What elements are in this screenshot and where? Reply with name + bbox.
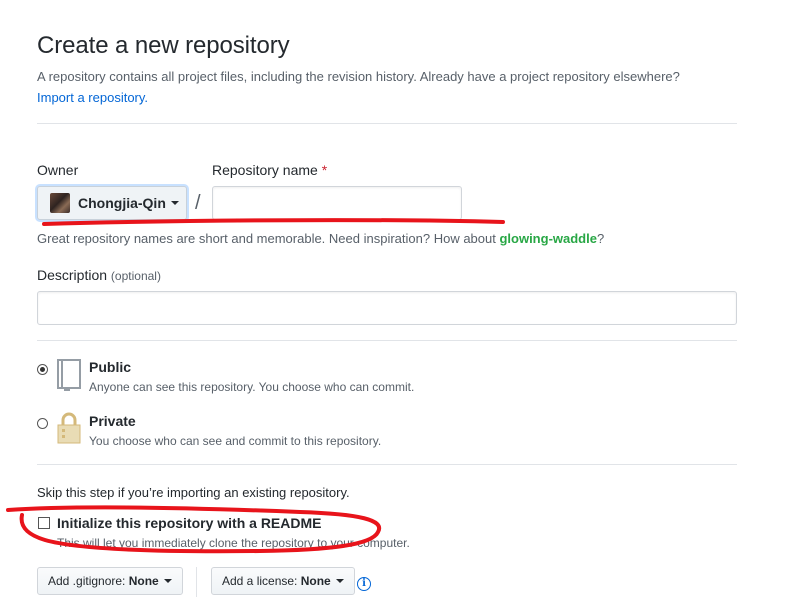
gitignore-value: None	[128, 574, 159, 588]
gitignore-prefix: Add .gitignore:	[48, 574, 126, 588]
repo-name-label: Repository name *	[212, 162, 327, 178]
public-radio[interactable]	[37, 364, 48, 375]
underline-annotation	[42, 218, 505, 226]
import-repository-link[interactable]: Import a repository.	[37, 90, 148, 105]
divider	[37, 340, 737, 341]
vertical-divider	[196, 567, 197, 597]
repo-book-icon	[57, 359, 81, 391]
owner-label: Owner	[37, 162, 79, 178]
private-radio[interactable]	[37, 418, 48, 429]
owner-repo-separator: /	[195, 192, 201, 214]
caret-down-icon	[163, 579, 172, 583]
readme-description: This will let you immediately clone the …	[57, 536, 410, 550]
caret-down-icon	[335, 579, 344, 583]
name-suggestion-link[interactable]: glowing-waddle	[499, 231, 597, 246]
license-prefix: Add a license:	[222, 574, 298, 588]
description-input[interactable]	[37, 291, 737, 325]
avatar	[50, 193, 70, 213]
public-title: Public	[89, 359, 132, 375]
page-title: Create a new repository	[37, 32, 290, 59]
repo-name-label-text: Repository name	[212, 162, 318, 178]
required-marker: *	[321, 162, 328, 178]
private-title: Private	[89, 413, 136, 429]
owner-name: Chongjia-Qin	[78, 195, 166, 211]
readme-label[interactable]: Initialize this repository with a README	[57, 515, 321, 531]
gitignore-dropdown[interactable]: Add .gitignore: None	[37, 567, 183, 595]
optional-note: (optional)	[110, 269, 161, 283]
owner-dropdown[interactable]: Chongjia-Qin	[37, 186, 187, 220]
info-icon[interactable]: i	[357, 577, 371, 591]
license-dropdown[interactable]: Add a license: None	[211, 567, 355, 595]
page-subtitle: A repository contains all project files,…	[37, 66, 757, 108]
hint-text: Great repository names are short and mem…	[37, 231, 500, 246]
subtitle-text: A repository contains all project files,…	[37, 69, 680, 84]
private-description: You choose who can see and commit to thi…	[89, 434, 382, 448]
public-description: Anyone can see this repository. You choo…	[89, 380, 415, 394]
description-label-text: Description	[37, 267, 108, 283]
skip-note: Skip this step if you’re importing an ex…	[37, 485, 350, 500]
description-label: Description (optional)	[37, 267, 161, 283]
readme-checkbox[interactable]	[38, 517, 50, 529]
divider	[37, 464, 737, 465]
lock-icon	[57, 412, 81, 444]
license-value: None	[300, 574, 331, 588]
divider	[37, 123, 737, 124]
repo-name-hint: Great repository names are short and mem…	[37, 231, 604, 246]
hint-suffix: ?	[596, 231, 605, 246]
caret-down-icon	[170, 201, 179, 205]
repo-name-input[interactable]	[212, 186, 462, 220]
